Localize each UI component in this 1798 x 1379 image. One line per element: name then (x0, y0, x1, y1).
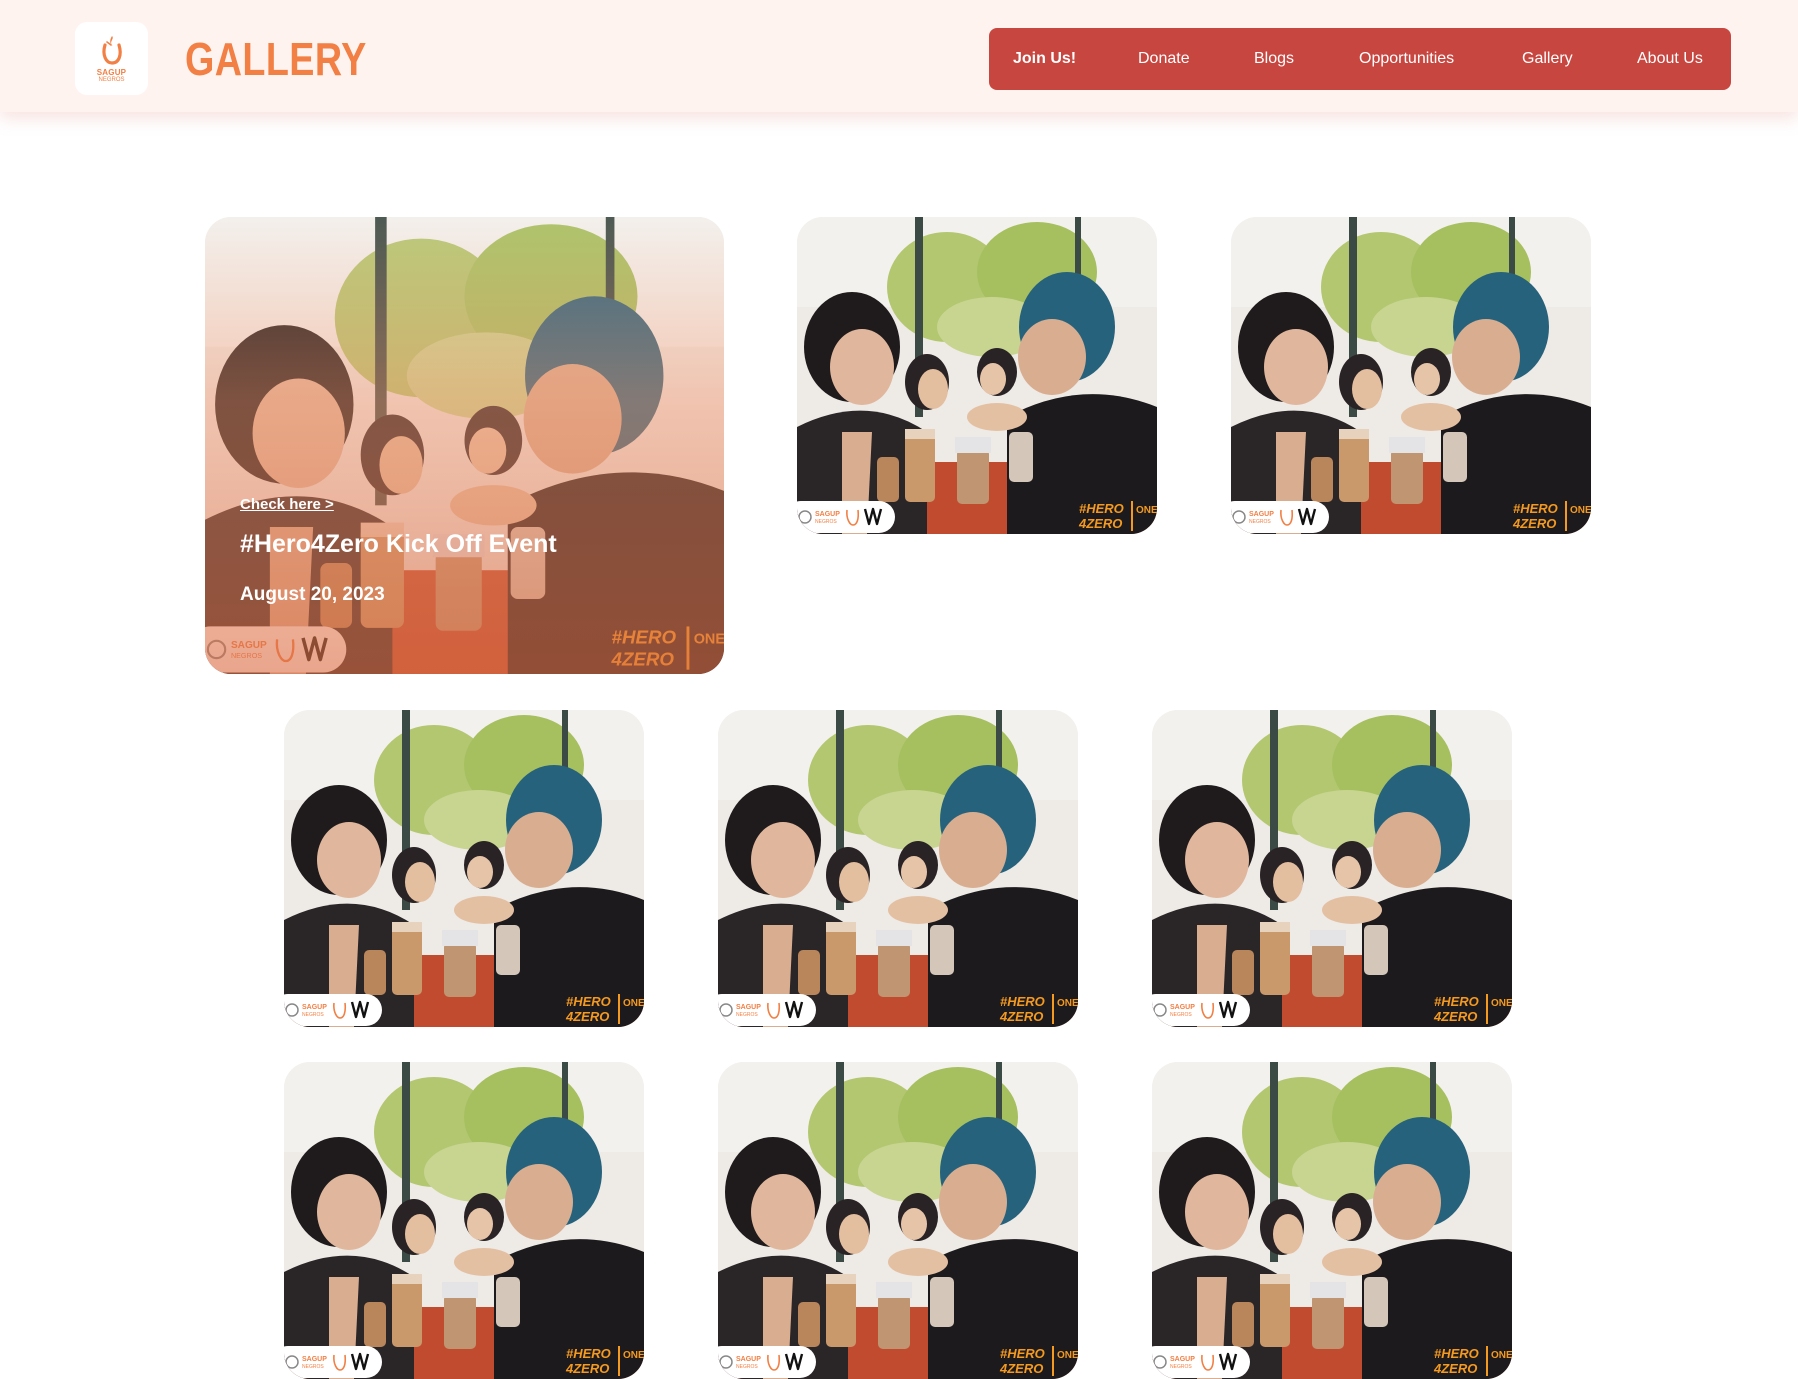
overlay-hashtag-1: #HERO (1079, 501, 1124, 516)
overlay-hashtag-1: #HERO (1000, 994, 1045, 1009)
site-logo[interactable]: SAGUP NEGROS (75, 22, 148, 95)
event-photo: SAGUP NEGROS #HERO 4ZERO ONE SE (718, 710, 1078, 1027)
gallery-card[interactable]: SAGUP NEGROS #HERO 4ZERO ONE SE (718, 1062, 1078, 1379)
overlay-brand-sub: NEGROS (815, 519, 837, 525)
event-photo: SAGUP NEGROS #HERO 4ZERO ONE SE (797, 217, 1157, 534)
logo-subtext: NEGROS (98, 77, 125, 83)
overlay-hashtag-2: 4ZERO (565, 1361, 609, 1376)
event-photo: SAGUP NEGROS #HERO 4ZERO ONE SE (1231, 217, 1591, 534)
overlay-brand: SAGUP (815, 511, 840, 518)
overlay-hashtag-2: 4ZERO (1512, 516, 1556, 531)
overlay-side-text: ONE SE (1136, 505, 1157, 516)
featured-date: August 20, 2023 (240, 584, 385, 605)
overlay-hashtag-1: #HERO (1434, 994, 1479, 1009)
gallery-card[interactable]: SAGUP NEGROS #HERO 4ZERO ONE SE (797, 217, 1157, 534)
nav-donate[interactable]: Donate (1138, 28, 1190, 90)
overlay-hashtag-1: #HERO (566, 1346, 611, 1361)
overlay-side-text: ONE SE (623, 1350, 644, 1361)
overlay-brand: SAGUP (1170, 1356, 1195, 1363)
overlay-hashtag-2: 4ZERO (999, 1009, 1043, 1024)
gallery-photo: SAGUP NEGROS #HERO 4ZERO ONE SE (718, 710, 1078, 1027)
event-photo: SAGUP NEGROS #HERO 4ZERO ONE SE (718, 1062, 1078, 1379)
event-photo: SAGUP NEGROS #HERO 4ZERO ONE SE (1152, 710, 1512, 1027)
overlay-side-text: ONE SE (1491, 1350, 1512, 1361)
overlay-hashtag-2: 4ZERO (999, 1361, 1043, 1376)
gallery-photo: SAGUP NEGROS #HERO 4ZERO ONE SE (1152, 710, 1512, 1027)
main-nav: Join Us! Donate Blogs Opportunities Gall… (989, 28, 1731, 90)
overlay-hashtag-2: 4ZERO (1433, 1361, 1477, 1376)
overlay-brand: SAGUP (302, 1004, 327, 1011)
overlay-brand-sub: NEGROS (736, 1364, 758, 1370)
overlay-hashtag-2: 4ZERO (1078, 516, 1122, 531)
gallery-photo: SAGUP NEGROS #HERO 4ZERO ONE SE (718, 1062, 1078, 1379)
overlay-brand-sub: NEGROS (736, 1012, 758, 1018)
nav-opportunities[interactable]: Opportunities (1359, 28, 1454, 90)
gallery-card-featured[interactable]: SAGUP NEGROS #HERO 4ZERO ONE SE Check he… (205, 217, 724, 674)
overlay-hashtag-1: #HERO (1000, 1346, 1045, 1361)
gallery-card[interactable]: SAGUP NEGROS #HERO 4ZERO ONE SE (718, 710, 1078, 1027)
overlay-hashtag-2: 4ZERO (1433, 1009, 1477, 1024)
gallery-card[interactable]: SAGUP NEGROS #HERO 4ZERO ONE SE (284, 1062, 644, 1379)
gallery-photo: SAGUP NEGROS #HERO 4ZERO ONE SE (1231, 217, 1591, 534)
event-photo: SAGUP NEGROS #HERO 4ZERO ONE SE (284, 1062, 644, 1379)
flame-hand-icon (101, 36, 122, 65)
overlay-side-text: ONE SE (1057, 998, 1078, 1009)
event-photo: SAGUP NEGROS #HERO 4ZERO ONE SE (284, 710, 644, 1027)
gallery-photo: SAGUP NEGROS #HERO 4ZERO ONE SE (797, 217, 1157, 534)
overlay-brand: SAGUP (736, 1004, 761, 1011)
nav-about-us[interactable]: About Us (1637, 28, 1703, 90)
page-title: GALLERY (185, 33, 367, 85)
gallery-card[interactable]: SAGUP NEGROS #HERO 4ZERO ONE SE (1152, 1062, 1512, 1379)
overlay-brand: SAGUP (302, 1356, 327, 1363)
overlay-hashtag-1: #HERO (1513, 501, 1558, 516)
overlay-brand-sub: NEGROS (302, 1364, 324, 1370)
overlay-hashtag-1: #HERO (1434, 1346, 1479, 1361)
gallery-photo: SAGUP NEGROS #HERO 4ZERO ONE SE (1152, 1062, 1512, 1379)
gallery-card[interactable]: SAGUP NEGROS #HERO 4ZERO ONE SE (1152, 710, 1512, 1027)
overlay-brand: SAGUP (736, 1356, 761, 1363)
overlay-side-text: ONE SE (1570, 505, 1591, 516)
nav-gallery[interactable]: Gallery (1522, 28, 1573, 90)
overlay-brand: SAGUP (1170, 1004, 1195, 1011)
gallery-card[interactable]: SAGUP NEGROS #HERO 4ZERO ONE SE (1231, 217, 1591, 534)
overlay-brand-sub: NEGROS (302, 1012, 324, 1018)
logo-text: SAGUP (96, 68, 127, 77)
event-photo: SAGUP NEGROS #HERO 4ZERO ONE SE (1152, 1062, 1512, 1379)
check-here-link[interactable]: Check here > (240, 496, 334, 513)
overlay-brand-sub: NEGROS (1170, 1364, 1192, 1370)
overlay-hashtag-1: #HERO (566, 994, 611, 1009)
overlay-side-text: ONE SE (1491, 998, 1512, 1009)
overlay-brand: SAGUP (1249, 511, 1274, 518)
nav-join-us[interactable]: Join Us! (1013, 28, 1076, 90)
gallery-photo: SAGUP NEGROS #HERO 4ZERO ONE SE (284, 710, 644, 1027)
featured-title: #Hero4Zero Kick Off Event (240, 530, 557, 558)
overlay-side-text: ONE SE (1057, 1350, 1078, 1361)
overlay-hashtag-2: 4ZERO (565, 1009, 609, 1024)
gallery-card[interactable]: SAGUP NEGROS #HERO 4ZERO ONE SE (284, 710, 644, 1027)
site-header: SAGUP NEGROS GALLERY Join Us! Donate Blo… (0, 0, 1798, 112)
nav-blogs[interactable]: Blogs (1254, 28, 1294, 90)
overlay-brand-sub: NEGROS (1170, 1012, 1192, 1018)
overlay-side-text: ONE SE (623, 998, 644, 1009)
gallery-photo: SAGUP NEGROS #HERO 4ZERO ONE SE (284, 1062, 644, 1379)
overlay-brand-sub: NEGROS (1249, 519, 1271, 525)
